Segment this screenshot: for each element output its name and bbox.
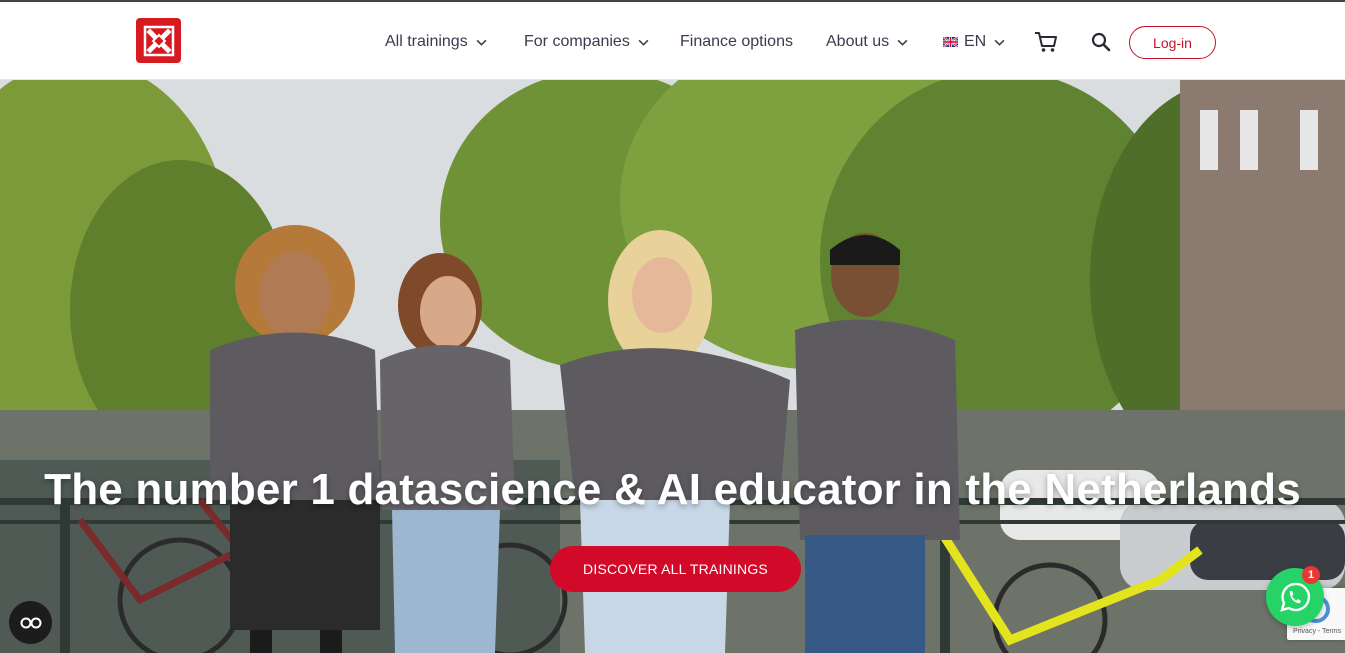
site-header: All trainings For companies Finance opti… [0,0,1345,80]
language-label: EN [964,33,987,50]
cart-button[interactable] [1034,31,1058,53]
hero-headline: The number 1 datascience & AI educator i… [44,465,1301,514]
whatsapp-icon [1280,582,1311,612]
hero-section: The number 1 datascience & AI educator i… [0,80,1345,653]
cart-icon [1035,32,1057,52]
nav-all-trainings[interactable]: All trainings [385,30,487,54]
nav-label: Finance options [680,33,793,50]
whatsapp-notification-badge: 1 [1302,566,1320,584]
chevron-down-icon [476,39,487,46]
chevron-down-icon [994,39,1005,46]
nav-about-us[interactable]: About us [826,30,908,54]
language-selector[interactable]: EN [943,30,1005,54]
login-button[interactable]: Log-in [1129,26,1216,59]
search-button[interactable] [1090,31,1112,53]
nav-for-companies[interactable]: For companies [524,30,649,54]
nav-label: All trainings [385,33,468,50]
recaptcha-text[interactable]: Privacy - Terms [1293,628,1341,635]
cross-logo-icon [143,25,174,56]
search-icon [1091,32,1111,52]
chevron-down-icon [638,39,649,46]
nav-finance-options[interactable]: Finance options [680,30,793,54]
nav-label: About us [826,33,890,50]
site-logo[interactable] [136,18,181,63]
nav-label: For companies [524,33,630,50]
chevron-down-icon [897,39,908,46]
accessibility-button[interactable] [9,601,52,644]
discover-trainings-button[interactable]: DISCOVER ALL TRAININGS [550,546,801,592]
accessibility-icon [20,617,41,628]
uk-flag-icon [943,37,958,47]
